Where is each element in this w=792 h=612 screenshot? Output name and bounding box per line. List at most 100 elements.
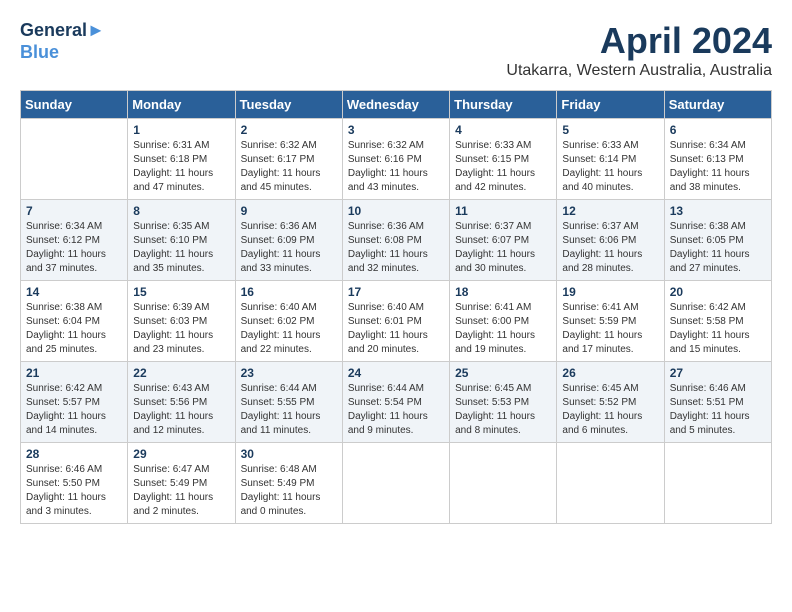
- calendar-cell: 29 Sunrise: 6:47 AM Sunset: 5:49 PM Dayl…: [128, 443, 235, 524]
- day-number: 30: [241, 447, 337, 461]
- calendar-cell: 19 Sunrise: 6:41 AM Sunset: 5:59 PM Dayl…: [557, 281, 664, 362]
- cell-content: Sunrise: 6:33 AM Sunset: 6:14 PM Dayligh…: [562, 139, 658, 195]
- calendar-cell: 24 Sunrise: 6:44 AM Sunset: 5:54 PM Dayl…: [342, 362, 449, 443]
- calendar-cell: 17 Sunrise: 6:40 AM Sunset: 6:01 PM Dayl…: [342, 281, 449, 362]
- day-number: 5: [562, 123, 658, 137]
- daylight: Daylight: 11 hours and 37 minutes.: [26, 248, 122, 276]
- calendar-cell: 4 Sunrise: 6:33 AM Sunset: 6:15 PM Dayli…: [450, 119, 557, 200]
- cell-content: Sunrise: 6:46 AM Sunset: 5:51 PM Dayligh…: [670, 382, 766, 438]
- cell-content: Sunrise: 6:32 AM Sunset: 6:16 PM Dayligh…: [348, 139, 444, 195]
- sunset: Sunset: 6:00 PM: [455, 315, 551, 329]
- daylight: Daylight: 11 hours and 19 minutes.: [455, 329, 551, 357]
- sunrise: Sunrise: 6:40 AM: [348, 301, 444, 315]
- header-monday: Monday: [128, 91, 235, 119]
- day-number: 14: [26, 285, 122, 299]
- sunrise: Sunrise: 6:42 AM: [26, 382, 122, 396]
- calendar-cell: [664, 443, 771, 524]
- sunrise: Sunrise: 6:36 AM: [241, 220, 337, 234]
- sunrise: Sunrise: 6:46 AM: [26, 463, 122, 477]
- cell-content: Sunrise: 6:43 AM Sunset: 5:56 PM Dayligh…: [133, 382, 229, 438]
- day-number: 4: [455, 123, 551, 137]
- sunset: Sunset: 5:49 PM: [133, 477, 229, 491]
- daylight: Daylight: 11 hours and 6 minutes.: [562, 410, 658, 438]
- sunset: Sunset: 5:56 PM: [133, 396, 229, 410]
- daylight: Daylight: 11 hours and 28 minutes.: [562, 248, 658, 276]
- day-number: 1: [133, 123, 229, 137]
- day-number: 8: [133, 204, 229, 218]
- header-wednesday: Wednesday: [342, 91, 449, 119]
- cell-content: Sunrise: 6:38 AM Sunset: 6:05 PM Dayligh…: [670, 220, 766, 276]
- calendar-cell: 3 Sunrise: 6:32 AM Sunset: 6:16 PM Dayli…: [342, 119, 449, 200]
- cell-content: Sunrise: 6:41 AM Sunset: 6:00 PM Dayligh…: [455, 301, 551, 357]
- day-number: 13: [670, 204, 766, 218]
- cell-content: Sunrise: 6:42 AM Sunset: 5:58 PM Dayligh…: [670, 301, 766, 357]
- sunrise: Sunrise: 6:33 AM: [455, 139, 551, 153]
- sunset: Sunset: 5:52 PM: [562, 396, 658, 410]
- sunrise: Sunrise: 6:47 AM: [133, 463, 229, 477]
- calendar-cell: 27 Sunrise: 6:46 AM Sunset: 5:51 PM Dayl…: [664, 362, 771, 443]
- sunrise: Sunrise: 6:48 AM: [241, 463, 337, 477]
- calendar-cell: [342, 443, 449, 524]
- calendar-cell: 6 Sunrise: 6:34 AM Sunset: 6:13 PM Dayli…: [664, 119, 771, 200]
- day-number: 3: [348, 123, 444, 137]
- day-number: 17: [348, 285, 444, 299]
- sunset: Sunset: 5:50 PM: [26, 477, 122, 491]
- sunrise: Sunrise: 6:45 AM: [562, 382, 658, 396]
- calendar-cell: 22 Sunrise: 6:43 AM Sunset: 5:56 PM Dayl…: [128, 362, 235, 443]
- daylight: Daylight: 11 hours and 8 minutes.: [455, 410, 551, 438]
- sunset: Sunset: 5:53 PM: [455, 396, 551, 410]
- header-sunday: Sunday: [21, 91, 128, 119]
- daylight: Daylight: 11 hours and 15 minutes.: [670, 329, 766, 357]
- daylight: Daylight: 11 hours and 30 minutes.: [455, 248, 551, 276]
- daylight: Daylight: 11 hours and 12 minutes.: [133, 410, 229, 438]
- daylight: Daylight: 11 hours and 0 minutes.: [241, 491, 337, 519]
- sunset: Sunset: 6:15 PM: [455, 153, 551, 167]
- sunrise: Sunrise: 6:45 AM: [455, 382, 551, 396]
- cell-content: Sunrise: 6:37 AM Sunset: 6:06 PM Dayligh…: [562, 220, 658, 276]
- calendar-cell: 8 Sunrise: 6:35 AM Sunset: 6:10 PM Dayli…: [128, 200, 235, 281]
- calendar-cell: 23 Sunrise: 6:44 AM Sunset: 5:55 PM Dayl…: [235, 362, 342, 443]
- daylight: Daylight: 11 hours and 17 minutes.: [562, 329, 658, 357]
- sunrise: Sunrise: 6:34 AM: [26, 220, 122, 234]
- day-number: 24: [348, 366, 444, 380]
- sunrise: Sunrise: 6:43 AM: [133, 382, 229, 396]
- day-number: 22: [133, 366, 229, 380]
- sunset: Sunset: 6:16 PM: [348, 153, 444, 167]
- cell-content: Sunrise: 6:41 AM Sunset: 5:59 PM Dayligh…: [562, 301, 658, 357]
- sunrise: Sunrise: 6:39 AM: [133, 301, 229, 315]
- calendar-week-row: 1 Sunrise: 6:31 AM Sunset: 6:18 PM Dayli…: [21, 119, 772, 200]
- sunset: Sunset: 6:01 PM: [348, 315, 444, 329]
- calendar-week-row: 21 Sunrise: 6:42 AM Sunset: 5:57 PM Dayl…: [21, 362, 772, 443]
- daylight: Daylight: 11 hours and 2 minutes.: [133, 491, 229, 519]
- sunrise: Sunrise: 6:37 AM: [562, 220, 658, 234]
- cell-content: Sunrise: 6:36 AM Sunset: 6:09 PM Dayligh…: [241, 220, 337, 276]
- cell-content: Sunrise: 6:40 AM Sunset: 6:02 PM Dayligh…: [241, 301, 337, 357]
- daylight: Daylight: 11 hours and 5 minutes.: [670, 410, 766, 438]
- cell-content: Sunrise: 6:31 AM Sunset: 6:18 PM Dayligh…: [133, 139, 229, 195]
- calendar-week-row: 14 Sunrise: 6:38 AM Sunset: 6:04 PM Dayl…: [21, 281, 772, 362]
- daylight: Daylight: 11 hours and 43 minutes.: [348, 167, 444, 195]
- sunset: Sunset: 5:51 PM: [670, 396, 766, 410]
- cell-content: Sunrise: 6:40 AM Sunset: 6:01 PM Dayligh…: [348, 301, 444, 357]
- cell-content: Sunrise: 6:48 AM Sunset: 5:49 PM Dayligh…: [241, 463, 337, 519]
- cell-content: Sunrise: 6:42 AM Sunset: 5:57 PM Dayligh…: [26, 382, 122, 438]
- calendar-cell: 2 Sunrise: 6:32 AM Sunset: 6:17 PM Dayli…: [235, 119, 342, 200]
- day-number: 23: [241, 366, 337, 380]
- sunrise: Sunrise: 6:32 AM: [348, 139, 444, 153]
- sunset: Sunset: 6:13 PM: [670, 153, 766, 167]
- daylight: Daylight: 11 hours and 25 minutes.: [26, 329, 122, 357]
- day-number: 7: [26, 204, 122, 218]
- sunset: Sunset: 6:06 PM: [562, 234, 658, 248]
- header-friday: Friday: [557, 91, 664, 119]
- location: Utakarra, Western Australia, Australia: [506, 62, 772, 80]
- cell-content: Sunrise: 6:35 AM Sunset: 6:10 PM Dayligh…: [133, 220, 229, 276]
- calendar-cell: 21 Sunrise: 6:42 AM Sunset: 5:57 PM Dayl…: [21, 362, 128, 443]
- calendar-cell: 1 Sunrise: 6:31 AM Sunset: 6:18 PM Dayli…: [128, 119, 235, 200]
- cell-content: Sunrise: 6:45 AM Sunset: 5:53 PM Dayligh…: [455, 382, 551, 438]
- daylight: Daylight: 11 hours and 47 minutes.: [133, 167, 229, 195]
- calendar-cell: 7 Sunrise: 6:34 AM Sunset: 6:12 PM Dayli…: [21, 200, 128, 281]
- day-number: 10: [348, 204, 444, 218]
- daylight: Daylight: 11 hours and 3 minutes.: [26, 491, 122, 519]
- cell-content: Sunrise: 6:44 AM Sunset: 5:54 PM Dayligh…: [348, 382, 444, 438]
- sunset: Sunset: 6:18 PM: [133, 153, 229, 167]
